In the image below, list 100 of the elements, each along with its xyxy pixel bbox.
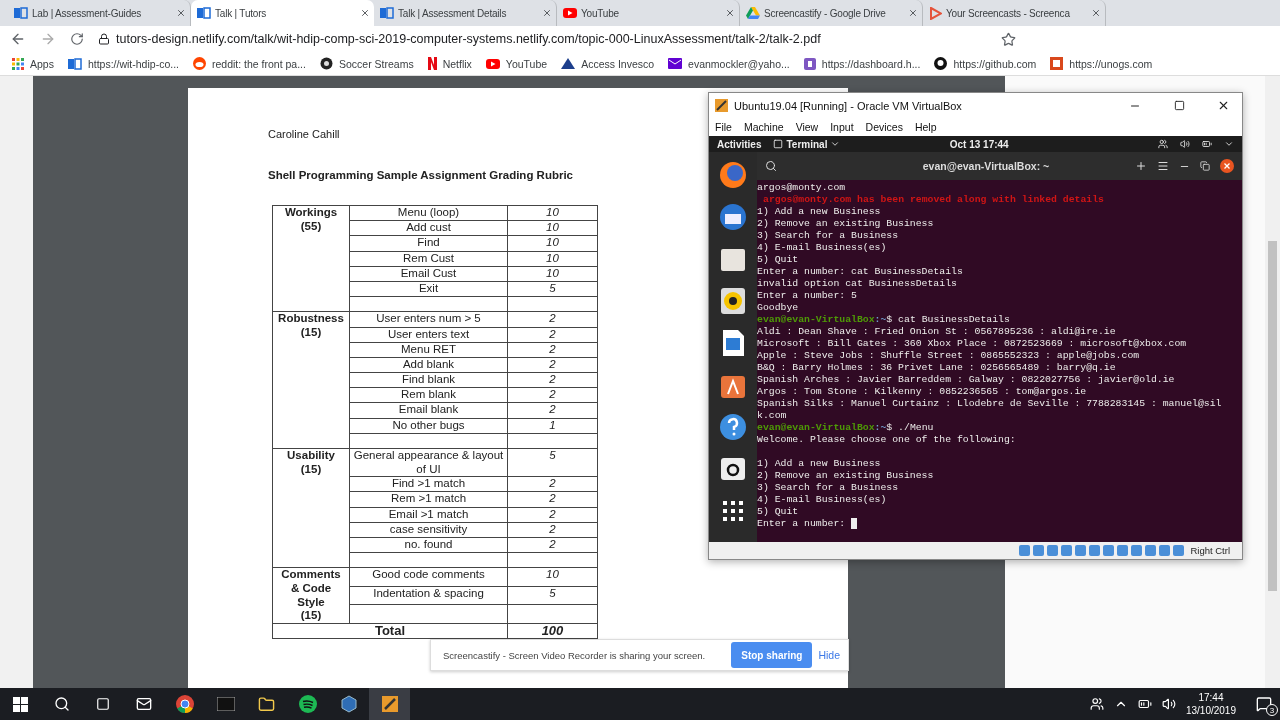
- close-icon[interactable]: [360, 8, 370, 18]
- sharing-message: Screencastify - Screen Video Recorder is sharing your screen.: [443, 649, 707, 661]
- bookmark-star-icon[interactable]: [1001, 31, 1016, 47]
- close-icon[interactable]: [1220, 159, 1234, 173]
- music-icon[interactable]: [298, 695, 317, 713]
- clock-time: 17:44: [1198, 691, 1224, 704]
- criterion-text: Add blank: [402, 357, 455, 370]
- windows-logo-icon[interactable]: [13, 696, 28, 712]
- clock-date: 13/10/2019: [1185, 704, 1236, 717]
- category-label: (15): [299, 462, 323, 477]
- category-label: Style: [296, 595, 326, 610]
- network-icon: [1158, 139, 1168, 149]
- mail-icon[interactable]: [135, 696, 152, 712]
- maximize-icon[interactable]: [1173, 100, 1185, 111]
- new-tab-icon[interactable]: [1135, 160, 1147, 172]
- category-label: Usability: [286, 449, 336, 463]
- cube-icon: [715, 99, 728, 112]
- terminal-line: 5) Quit: [757, 254, 799, 265]
- video-play-icon: [485, 58, 500, 69]
- battery-icon[interactable]: [1137, 697, 1152, 711]
- criterion-text: Menu (loop): [397, 206, 460, 218]
- marks-text: 1: [549, 418, 556, 431]
- criterion-text: Find: [417, 236, 440, 249]
- category-label: Comments: [280, 568, 342, 582]
- app-menu[interactable]: Terminal: [786, 138, 828, 150]
- notification-icon[interactable]: [1256, 696, 1272, 712]
- terminal-icon: [773, 139, 784, 149]
- terminal-line: 5) Quit: [757, 506, 799, 517]
- criterion-text: General appearance & layout of UI: [353, 449, 504, 475]
- triangle-icon: [746, 7, 760, 19]
- criterion-text: Add cust: [406, 221, 451, 234]
- menu-item[interactable]: Help: [914, 121, 937, 133]
- marks-text: 10: [546, 568, 559, 581]
- book-icon: [14, 7, 28, 19]
- volume-icon[interactable]: [1161, 697, 1176, 711]
- bookmark-link[interactable]: https://dashboard.h...: [821, 57, 921, 70]
- help-icon[interactable]: [718, 412, 748, 442]
- mountain-icon: [561, 58, 576, 70]
- folder-icon[interactable]: [258, 695, 275, 713]
- status-icon: [1061, 545, 1073, 556]
- terminal-icon[interactable]: [216, 697, 235, 711]
- fox-icon[interactable]: [718, 160, 748, 190]
- menu-item[interactable]: Input: [830, 121, 854, 133]
- reload-icon[interactable]: [70, 32, 84, 47]
- menu-item[interactable]: View: [795, 121, 819, 133]
- hide-link[interactable]: Hide: [818, 649, 840, 661]
- envelope-icon: [668, 58, 683, 70]
- menu-item[interactable]: File: [715, 121, 732, 133]
- search-icon[interactable]: [53, 696, 70, 712]
- caret-icon[interactable]: [1224, 139, 1234, 149]
- bookmark-link[interactable]: reddit: the front pa...: [212, 57, 306, 70]
- menu-icon[interactable]: [1157, 160, 1169, 172]
- bookmark-link[interactable]: https://unogs.com: [1069, 57, 1153, 70]
- category-label: (15): [299, 325, 323, 340]
- criterion-text: Email >1 match: [388, 507, 469, 520]
- criterion-text: Menu RET: [401, 342, 456, 355]
- status-icon: [1117, 545, 1129, 556]
- bookmark-link[interactable]: Apps: [30, 57, 54, 70]
- terminal-line: Apple : Steve Jobs : Shuffle Street : 0865552323 : apple@jobs.com: [757, 350, 1140, 361]
- marks-text: 2: [549, 537, 556, 550]
- category-label: Robustness: [277, 312, 345, 326]
- marks-text: 2: [549, 373, 556, 386]
- menu-item[interactable]: Devices: [865, 121, 903, 133]
- activities-button[interactable]: Activities: [717, 138, 762, 150]
- marks-text: 5: [549, 281, 556, 294]
- criterion-text: Find >1 match: [391, 477, 466, 490]
- restore-icon[interactable]: [1200, 161, 1210, 171]
- criterion-text: Good code comments: [372, 568, 485, 581]
- bookmark-link[interactable]: YouTube: [505, 57, 548, 70]
- search-icon[interactable]: [765, 160, 777, 172]
- bookmark-link[interactable]: evanmockler@yaho...: [688, 57, 790, 70]
- bookmark-link[interactable]: https://github.com: [953, 57, 1037, 70]
- grid-icon: [12, 57, 24, 70]
- terminal-line: argos@monty.com: [757, 182, 846, 193]
- terminal-line: Spanish Silks : Manuel Curtainz : Llodebre de Seville : 7788283145 : manuel@sil: [757, 398, 1222, 409]
- address-bar[interactable]: tutors-design.netlify.com/talk/wit-hdip-comp-sci-2019-computer-systems.netlify.com/topic-000-LinuxAssessment/talk-2/talk-2.pdf: [98, 27, 987, 52]
- total-marks: 100: [541, 622, 564, 638]
- bookmark-link[interactable]: Soccer Streams: [338, 57, 414, 70]
- square-icon: [803, 57, 816, 70]
- task-view-icon[interactable]: [95, 697, 110, 711]
- criterion-text: Indentation & spacing: [373, 586, 484, 599]
- status-icon: [1103, 545, 1115, 556]
- browser-tab[interactable]: Talk | Tutors: [191, 0, 374, 26]
- terminal-line: Goodbye: [757, 302, 799, 313]
- bird-icon[interactable]: [718, 202, 748, 232]
- menu-item[interactable]: Machine: [743, 121, 784, 133]
- people-icon[interactable]: [1089, 697, 1104, 711]
- lock-icon: [98, 33, 110, 46]
- cube-icon[interactable]: [380, 695, 399, 713]
- terminal-line: Enter a number: 5: [757, 290, 857, 301]
- bookmark-link[interactable]: Netflix: [442, 57, 472, 70]
- cube-icon[interactable]: [339, 695, 358, 713]
- speaker-icon[interactable]: [718, 286, 748, 316]
- criterion-text: Rem blank: [401, 388, 456, 401]
- browser-icon[interactable]: [175, 695, 194, 713]
- terminal-command: $ ./Menu: [886, 422, 934, 434]
- bookmark-link[interactable]: Access Invesco: [581, 57, 655, 70]
- terminal-line: 3) Search for a Business: [757, 482, 899, 493]
- marks-text: 2: [549, 312, 556, 325]
- bookmark-link[interactable]: https://wit-hdip-co...: [87, 57, 179, 70]
